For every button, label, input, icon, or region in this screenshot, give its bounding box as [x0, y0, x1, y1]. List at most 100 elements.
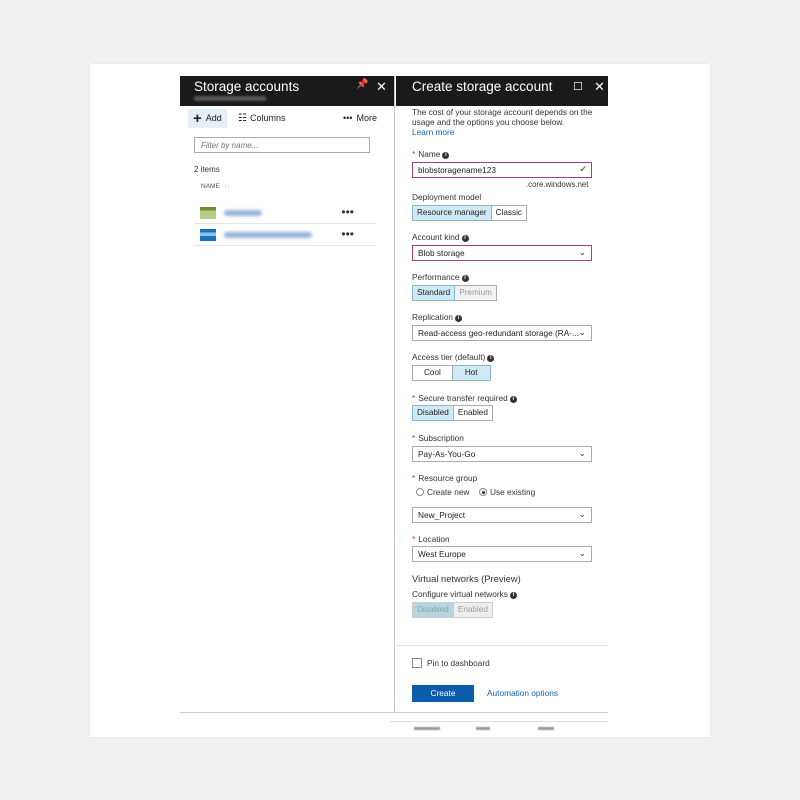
location-value: West Europe — [418, 549, 466, 559]
close-icon[interactable]: ✕ — [594, 79, 605, 95]
standard-option[interactable]: Standard — [412, 285, 456, 301]
item-count: 2 items — [194, 165, 220, 174]
chevron-down-icon: ⌄ — [578, 327, 586, 337]
create-new-radio[interactable]: Create new — [416, 487, 469, 497]
chevron-down-icon: ⌄ — [578, 247, 586, 257]
close-icon[interactable]: ✕ — [376, 79, 387, 95]
pin-label: Pin to dashboard — [427, 658, 490, 668]
disabled-option[interactable]: Disabled — [412, 405, 454, 421]
more-label: More — [356, 113, 377, 123]
location-label: * Location — [412, 534, 450, 544]
intro-text: The cost of your storage account depends… — [412, 107, 598, 137]
table-row[interactable]: ••• — [194, 224, 376, 246]
name-value: blobstoragename123 — [418, 165, 496, 175]
more-icon: ••• — [343, 113, 353, 123]
table-row[interactable]: ••• — [194, 202, 376, 224]
access-tier-toggle: Cool Hot — [412, 365, 491, 381]
footer-divider — [396, 645, 608, 646]
filter-input[interactable] — [194, 137, 370, 153]
chevron-down-icon: ⌄ — [578, 548, 586, 558]
performance-label: Performance i — [412, 272, 469, 282]
resource-group-select[interactable]: New_Project ⌄ — [412, 507, 592, 523]
radio-icon — [416, 488, 424, 496]
premium-option[interactable]: Premium — [455, 285, 497, 301]
columns-label: Columns — [249, 113, 286, 123]
info-icon: i — [461, 275, 469, 282]
subscription-select[interactable]: Pay-As-You-Go ⌄ — [412, 446, 592, 462]
access-tier-label: Access tier (default) i — [412, 352, 495, 362]
secure-transfer-label: * Secure transfer required i — [412, 393, 517, 403]
replication-select[interactable]: Read-access geo-redundant storage (RA-..… — [412, 325, 592, 341]
vnet-heading: Virtual networks (Preview) — [412, 573, 521, 584]
hot-option[interactable]: Hot — [452, 365, 491, 381]
checkbox-icon — [412, 658, 422, 668]
blurred-text — [414, 727, 440, 730]
account-kind-label: Account kind i — [412, 232, 469, 242]
learn-more-link[interactable]: Learn more — [412, 127, 454, 137]
plus-icon: + — [193, 110, 202, 127]
info-icon: i — [442, 152, 450, 159]
name-column-header[interactable]: NAME ↑↓ — [201, 183, 230, 190]
storage-account-icon — [200, 207, 216, 219]
vnet-enabled-option: Enabled — [453, 602, 493, 618]
resource-group-value: New_Project — [418, 510, 466, 520]
chevron-down-icon: ⌄ — [578, 448, 586, 458]
add-button[interactable]: + Add — [188, 109, 227, 128]
secure-transfer-toggle: Disabled Enabled — [412, 405, 493, 421]
add-label: Add — [205, 113, 222, 123]
chevron-down-icon: ⌄ — [578, 509, 586, 519]
name-field[interactable]: blobstoragename123 ✔ — [412, 162, 592, 178]
blade-title: Create storage account — [412, 79, 553, 94]
blurred-account-name — [224, 210, 262, 216]
maximize-icon[interactable]: ☐ — [573, 80, 583, 93]
info-icon: i — [455, 315, 463, 322]
location-select[interactable]: West Europe ⌄ — [412, 546, 592, 562]
info-icon: i — [461, 235, 469, 242]
info-icon: i — [509, 396, 517, 403]
replication-value: Read-access geo-redundant storage (RA-..… — [418, 328, 579, 338]
create-storage-account-blade: Create storage account ☐ ✕ The cost of y… — [396, 76, 608, 712]
resource-manager-option[interactable]: Resource manager — [412, 205, 492, 221]
more-button[interactable]: ••• More — [338, 109, 382, 128]
sort-icon: ↑↓ — [223, 183, 231, 190]
blurred-text — [476, 727, 490, 730]
resource-group-label: * Resource group — [412, 473, 478, 483]
name-column-label: NAME — [201, 183, 220, 190]
radio-selected-icon — [479, 488, 487, 496]
blurred-account-name — [224, 232, 312, 238]
vnet-disabled-option: Disabled — [412, 602, 454, 618]
classic-option[interactable]: Classic — [491, 205, 528, 221]
columns-icon: ☷ — [238, 113, 247, 124]
blade-title: Storage accounts — [194, 79, 300, 94]
pin-to-dashboard-checkbox[interactable]: Pin to dashboard — [412, 658, 490, 668]
columns-button[interactable]: ☷ Columns — [233, 109, 290, 128]
blurred-status-strip — [390, 721, 608, 735]
blurred-text — [538, 727, 554, 730]
subscription-label: * Subscription — [412, 433, 464, 443]
storage-account-icon — [200, 229, 216, 241]
row-more-icon[interactable]: ••• — [341, 227, 354, 241]
intro-body: The cost of your storage account depends… — [412, 107, 593, 127]
replication-label: Replication i — [412, 312, 463, 322]
pin-icon[interactable]: 📌 — [356, 79, 368, 90]
cool-option[interactable]: Cool — [412, 365, 453, 381]
check-icon: ✔ — [579, 164, 587, 174]
automation-options-link[interactable]: Automation options — [487, 688, 558, 698]
deployment-model-label: Deployment model — [412, 192, 482, 202]
subscription-value: Pay-As-You-Go — [418, 449, 476, 459]
name-label: * Name i — [412, 149, 450, 159]
account-kind-select[interactable]: Blob storage ⌄ — [412, 245, 592, 261]
info-icon: i — [509, 592, 517, 599]
row-more-icon[interactable]: ••• — [341, 205, 354, 219]
domain-suffix: .core.windows.net — [526, 180, 589, 189]
performance-toggle: Standard Premium — [412, 285, 497, 301]
vnet-toggle: Disabled Enabled — [412, 602, 493, 618]
use-existing-radio[interactable]: Use existing — [479, 487, 535, 497]
vnet-label: Configure virtual networks i — [412, 589, 517, 599]
info-icon: i — [487, 355, 495, 362]
enabled-option[interactable]: Enabled — [453, 405, 493, 421]
account-kind-value: Blob storage — [418, 248, 465, 258]
bottom-divider — [180, 712, 608, 713]
create-button[interactable]: Create — [412, 685, 474, 702]
blurred-subtitle — [194, 96, 266, 101]
